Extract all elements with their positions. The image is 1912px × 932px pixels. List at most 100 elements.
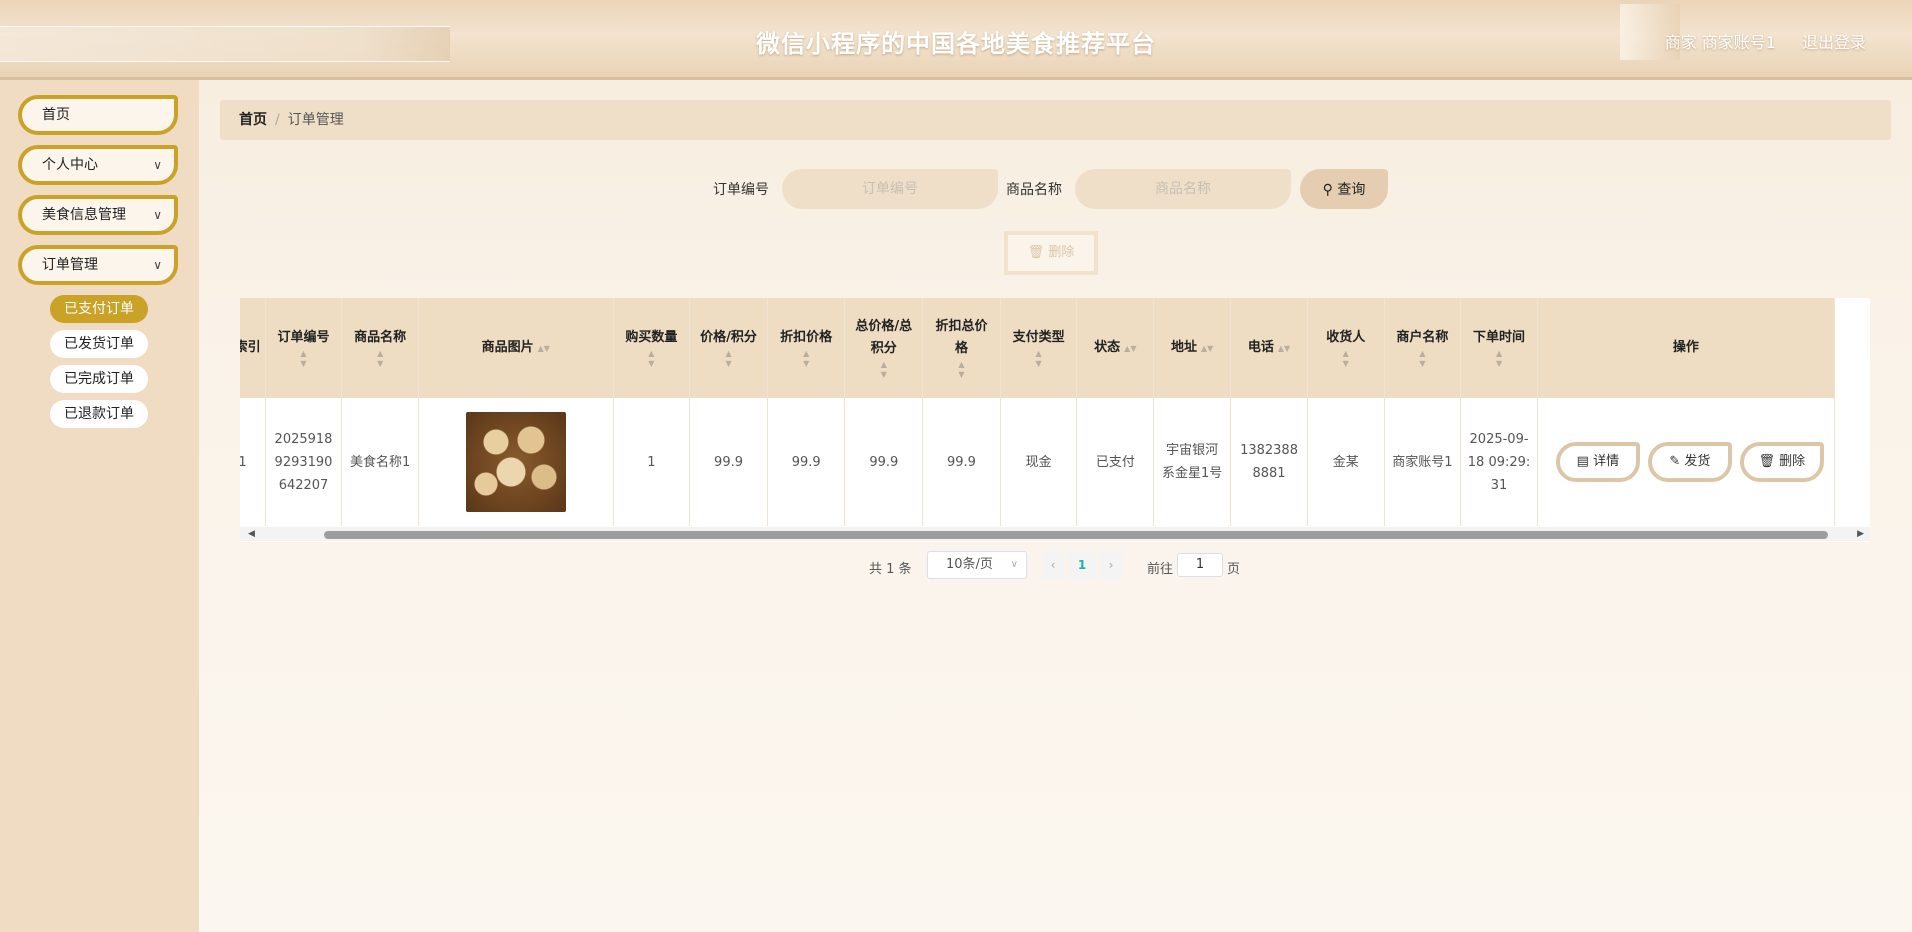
- page-unit-label: 页: [1227, 562, 1241, 577]
- col-header-status[interactable]: 状态 ▲▼: [1076, 298, 1155, 398]
- sidebar-item-food-management[interactable]: 美食信息管理 ∨: [18, 195, 178, 235]
- batch-delete-button[interactable]: 🗑 删除: [1004, 231, 1098, 275]
- current-user: 商家 商家账号1: [1664, 33, 1776, 52]
- trash-icon: 🗑: [1027, 245, 1045, 260]
- delete-row-button[interactable]: 🗑 删除: [1739, 442, 1824, 482]
- chevron-down-icon: ∨: [153, 258, 162, 272]
- scroll-left-icon[interactable]: ◀: [248, 527, 255, 541]
- page-size-select[interactable]: 10条/页 ∨: [927, 551, 1027, 579]
- sidebar-item-personal-center[interactable]: 个人中心 ∨: [18, 145, 178, 185]
- sort-icon[interactable]: ▲▼: [272, 349, 336, 369]
- cell-actions: ▤ 详情 ✎ 发货 🗑 删除: [1537, 398, 1836, 526]
- col-header-merchant[interactable]: 商户名称 ▲ ▼: [1384, 298, 1462, 398]
- logout-link[interactable]: 退出登录: [1802, 29, 1866, 53]
- sidebar-item-label: 个人中心: [42, 157, 98, 173]
- sort-icon[interactable]: ▲▼: [620, 349, 684, 369]
- col-header-discount-price[interactable]: 折扣价格 ▲ ▼: [767, 298, 846, 398]
- sort-icon[interactable]: ▲▼: [538, 344, 550, 353]
- cell-merchant: 商家账号1: [1384, 398, 1462, 526]
- sidebar-sub-refunded-orders[interactable]: 已退款订单: [50, 400, 148, 428]
- breadcrumb: 首页 / 订单管理: [220, 100, 1891, 140]
- col-header-total-price[interactable]: 总价格/总积分 ▲ ▼: [844, 298, 924, 398]
- chevron-down-icon: ∨: [153, 208, 162, 222]
- next-page-icon[interactable]: ›: [1100, 551, 1122, 579]
- sort-icon[interactable]: ▲▼: [929, 360, 994, 380]
- trash-icon: 🗑: [1758, 454, 1776, 469]
- col-header-address[interactable]: 地址 ▲▼: [1153, 298, 1232, 398]
- sidebar-sub-shipped-orders[interactable]: 已发货订单: [50, 330, 148, 358]
- app-title: 微信小程序的中国各地美食推荐平台: [756, 30, 1156, 58]
- prev-page-icon[interactable]: ‹: [1042, 551, 1064, 579]
- col-header-order-time[interactable]: 下单时间 ▲ ▼: [1460, 298, 1538, 398]
- col-header-actions: 操作: [1537, 298, 1836, 398]
- goto-page-input[interactable]: 1: [1177, 553, 1223, 577]
- col-header-order-no[interactable]: 订单编号 ▲ ▼: [265, 298, 343, 398]
- sidebar-item-label: 首页: [42, 107, 70, 123]
- col-header-index: 索引: [240, 298, 266, 398]
- goto-label: 前往: [1147, 562, 1174, 577]
- scroll-right-icon[interactable]: ▶: [1857, 527, 1864, 541]
- sort-icon[interactable]: ▲▼: [1124, 344, 1136, 353]
- orders-table: 索引 订单编号 ▲ ▼ 商品名称 ▲ ▼ 商品图片 ▲▼ 购买数量 ▲ ▼ 价格/积分 ▲ ▼ 折…: [240, 298, 1870, 542]
- ship-button-label: 发货: [1684, 454, 1711, 469]
- sort-icon[interactable]: ▲▼: [348, 349, 412, 369]
- cell-goods-image: [418, 398, 614, 526]
- col-header-goods-name[interactable]: 商品名称 ▲ ▼: [341, 298, 419, 398]
- col-header-discount-total[interactable]: 折扣总价格 ▲ ▼: [922, 298, 1001, 398]
- horizontal-scrollbar[interactable]: ◀ ▶: [240, 527, 1870, 541]
- search-icon: ⚲: [1322, 182, 1333, 198]
- query-button[interactable]: ⚲ 查询: [1300, 169, 1388, 209]
- scrollbar-thumb[interactable]: [324, 531, 1828, 539]
- sidebar-item-home[interactable]: 首页: [18, 95, 178, 135]
- detail-button-label: 详情: [1593, 454, 1620, 469]
- col-header-quantity[interactable]: 购买数量 ▲ ▼: [613, 298, 691, 398]
- sort-icon[interactable]: ▲▼: [1391, 349, 1455, 369]
- cell-order-time: 2025-09-18 09:29:31: [1460, 398, 1538, 526]
- sort-icon[interactable]: ▲▼: [1007, 349, 1071, 369]
- main-content: 首页 / 订单管理 订单编号 商品名称 ⚲ 查询 🗑 删除 索引: [199, 80, 1912, 932]
- cell-index: 1: [240, 398, 266, 526]
- sort-icon[interactable]: ▲▼: [774, 349, 839, 369]
- breadcrumb-home[interactable]: 首页: [239, 112, 267, 128]
- sort-icon[interactable]: ▲▼: [1467, 349, 1531, 369]
- cell-discount-total: 99.9: [922, 398, 1001, 526]
- sort-icon[interactable]: ▲▼: [851, 360, 916, 380]
- batch-delete-label: 删除: [1048, 245, 1075, 260]
- edit-icon: ✎: [1669, 454, 1681, 469]
- sidebar-sub-completed-orders[interactable]: 已完成订单: [50, 365, 148, 393]
- orders-table-grid: 索引 订单编号 ▲ ▼ 商品名称 ▲ ▼ 商品图片 ▲▼ 购买数量 ▲ ▼ 价格/积分 ▲ ▼ 折…: [240, 298, 1836, 526]
- cell-price: 99.9: [689, 398, 768, 526]
- col-header-goods-image[interactable]: 商品图片 ▲▼: [418, 298, 614, 398]
- cell-discount-price: 99.9: [767, 398, 846, 526]
- goods-name-input[interactable]: [1075, 169, 1291, 209]
- order-no-label: 订单编号: [713, 182, 769, 198]
- cell-receiver: 金某: [1307, 398, 1385, 526]
- ship-button[interactable]: ✎ 发货: [1647, 442, 1732, 482]
- col-header-receiver[interactable]: 收货人 ▲ ▼: [1307, 298, 1385, 398]
- top-header: 微信小程序的中国各地美食推荐平台 商家 商家账号1 退出登录: [0, 0, 1912, 80]
- chevron-down-icon: ∨: [153, 158, 162, 172]
- search-bar: 订单编号 商品名称 ⚲ 查询: [199, 169, 1912, 209]
- sort-icon[interactable]: ▲▼: [1278, 344, 1290, 353]
- sort-icon[interactable]: ▲▼: [1201, 344, 1213, 353]
- col-header-pay-type[interactable]: 支付类型 ▲ ▼: [1000, 298, 1078, 398]
- dumpling-pastry-image[interactable]: [465, 412, 566, 512]
- cell-order-no: 20259189293190642207: [265, 398, 343, 526]
- order-no-input[interactable]: [782, 169, 998, 209]
- page-size-value: 10条/页: [946, 557, 993, 572]
- pagination: 共 1 条 10条/页 ∨ ‹ 1 › 前往 1 页: [199, 551, 1912, 581]
- sidebar-item-label: 美食信息管理: [42, 207, 126, 223]
- sidebar-item-order-management[interactable]: 订单管理 ∨: [18, 245, 178, 285]
- document-icon: ▤: [1576, 454, 1589, 469]
- col-header-phone[interactable]: 电话 ▲▼: [1230, 298, 1308, 398]
- sort-icon[interactable]: ▲▼: [696, 349, 761, 369]
- sort-icon[interactable]: ▲▼: [1314, 349, 1378, 369]
- table-header-row: 索引 订单编号 ▲ ▼ 商品名称 ▲ ▼ 商品图片 ▲▼ 购买数量 ▲ ▼ 价格/积分 ▲ ▼ 折…: [240, 298, 1836, 398]
- cell-phone: 13823888881: [1230, 398, 1308, 526]
- col-header-price[interactable]: 价格/积分 ▲ ▼: [689, 298, 768, 398]
- table-row: 1 20259189293190642207 美食名称1 1 99.9 99.9…: [240, 398, 1836, 526]
- sidebar: 首页 个人中心 ∨ 美食信息管理 ∨ 订单管理 ∨ 已支付订单 已发货订单 已完…: [0, 80, 199, 932]
- page-number-current[interactable]: 1: [1068, 551, 1096, 579]
- sidebar-sub-paid-orders[interactable]: 已支付订单: [50, 295, 148, 323]
- detail-button[interactable]: ▤ 详情: [1555, 442, 1640, 482]
